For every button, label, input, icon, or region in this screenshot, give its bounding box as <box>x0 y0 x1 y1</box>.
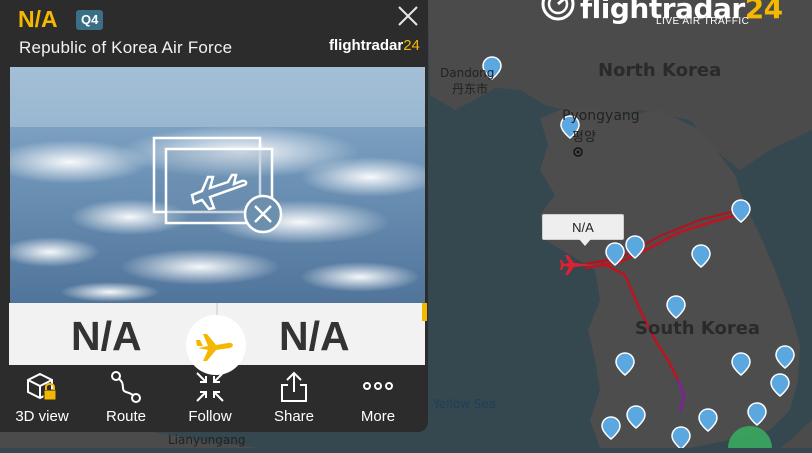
fr24-logo: flightradar24 LIVE AIR TRAFFIC <box>540 0 783 28</box>
follow-icon <box>196 372 224 402</box>
action-label: Share <box>273 408 315 425</box>
route-divider <box>216 303 218 315</box>
close-icon <box>398 6 418 26</box>
route-bar: N/A N/A <box>9 303 427 375</box>
origin-code: N/A <box>71 313 142 359</box>
map-label-pyongyang: Pyongyang <box>562 108 640 124</box>
aircraft-photo-placeholder[interactable] <box>10 67 425 304</box>
brand-tagline: LIVE AIR TRAFFIC <box>656 16 750 27</box>
cube-lock-icon <box>27 372 57 401</box>
route-button[interactable]: Route <box>84 364 168 432</box>
route-icon <box>111 371 141 403</box>
action-label: More <box>360 408 396 425</box>
destination-code: N/A <box>279 313 350 359</box>
map-label-yellow-sea: Yellow Sea <box>433 397 497 411</box>
map-label-south-korea: South Korea <box>635 318 761 339</box>
flight-callsign: N/A <box>18 6 58 32</box>
map-label-dandong: Dandong <box>440 66 495 80</box>
sky-clouds-image <box>10 67 425 304</box>
more-button[interactable]: More <box>336 364 420 432</box>
aircraft-type-badge: Q4 <box>76 10 104 30</box>
map-label-lianyungang: Lianyungang <box>168 433 246 447</box>
share-icon <box>281 371 307 402</box>
3d-view-button[interactable]: 3D view <box>0 364 84 432</box>
action-label: 3D view <box>15 408 69 425</box>
more-icon <box>363 382 393 390</box>
scroll-indicator[interactable] <box>422 303 427 321</box>
map-label-pyongyang-kr: 평양 <box>572 130 596 145</box>
action-label: Follow <box>188 408 232 425</box>
map-label-dandong-cn: 丹东市 <box>452 82 489 96</box>
share-button[interactable]: Share <box>252 364 336 432</box>
no-photo-icon <box>152 136 283 234</box>
close-panel-button[interactable] <box>394 2 422 30</box>
panel-brand-logo: flightradar24 <box>329 37 420 54</box>
action-label: Route <box>105 408 147 425</box>
radar-logo-icon <box>541 0 575 21</box>
map-label-north-korea: North Korea <box>598 60 722 81</box>
flight-info-panel: N/A Q4 Republic of Korea Air Force fligh… <box>0 0 428 432</box>
airline-name: Republic of Korea Air Force <box>19 38 233 57</box>
action-bar: 3D view Route Follow Share More <box>0 364 428 432</box>
flight-map-tag[interactable]: N/A <box>542 214 624 246</box>
follow-button[interactable]: Follow <box>168 364 252 432</box>
